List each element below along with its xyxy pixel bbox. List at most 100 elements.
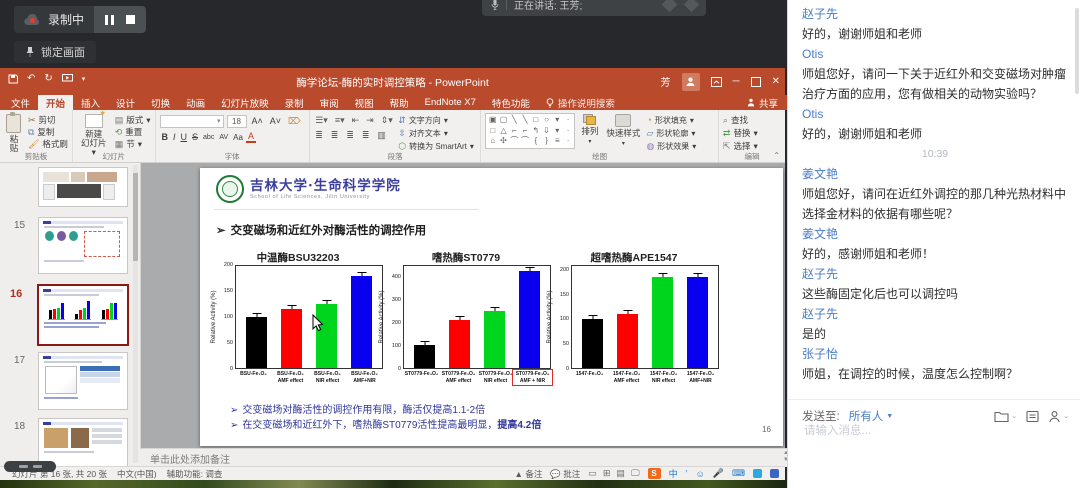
thumbnail-slide-16-current[interactable] — [37, 284, 129, 346]
avatar[interactable] — [682, 73, 700, 91]
keyboard-icon[interactable]: ⌨ — [732, 468, 745, 479]
quick-styles-icon — [615, 114, 631, 127]
restore-button[interactable] — [751, 77, 761, 87]
clear-format-button[interactable]: ⌦ — [286, 116, 303, 127]
chart-bar — [449, 266, 470, 368]
text-shadow-button[interactable]: abc — [201, 132, 216, 143]
align-right-button[interactable]: ≣ — [345, 130, 356, 141]
thumbnail-slide-17[interactable] — [38, 352, 128, 410]
send-to-dropdown[interactable]: 所有人▼ — [849, 408, 893, 424]
language-indicator[interactable]: 中文(中国) — [117, 468, 157, 480]
annotation-toolbar-pill[interactable] — [4, 461, 56, 472]
shape-fill-button[interactable]: ◔形状填充 ▾ — [646, 115, 696, 126]
lock-screen-button[interactable]: 锁定画面 — [14, 41, 96, 63]
strikethrough-button[interactable]: S — [190, 132, 200, 143]
thumbnail-slide-18[interactable] — [38, 418, 128, 466]
tab-slideshow[interactable]: 幻灯片放映 — [213, 95, 277, 110]
outdent-button[interactable]: ⇤ — [350, 115, 361, 126]
slideshow-view-icon[interactable]: 🖵 — [631, 468, 640, 479]
line-spacing-button[interactable]: ⇕▾ — [379, 115, 394, 126]
chat-scrollbar[interactable] — [1075, 8, 1079, 94]
quick-styles-button[interactable]: 快速样式▾ — [604, 113, 642, 150]
announcement-button[interactable] — [1026, 410, 1039, 423]
comments-toggle[interactable]: 💬 批注 — [550, 468, 580, 480]
notes-pane[interactable]: 单击此处添加备注 ▲▼ — [140, 448, 795, 467]
chat-input[interactable] — [802, 424, 1066, 438]
thumbnail-number: 15 — [14, 220, 25, 231]
punctuation-icon[interactable]: ʼ — [686, 469, 688, 479]
layout-button[interactable]: ▤版式 ▾ — [115, 115, 151, 126]
skin-icon[interactable] — [770, 469, 779, 478]
reset-button[interactable]: ⟲重置 — [115, 127, 151, 138]
format-painter-button[interactable]: 🖌格式刷 — [28, 139, 68, 150]
chat-message: 师姐您好，请问一下关于近红外和交变磁场对肿瘤治疗方面的应用，您有做相关的动物实验… — [802, 64, 1068, 104]
font-size-select[interactable]: 18 — [227, 115, 247, 128]
align-center-button[interactable]: ≣ — [329, 130, 340, 141]
tab-insert[interactable]: 插入 — [73, 95, 108, 110]
italic-button[interactable]: I — [171, 132, 178, 143]
notes-toggle[interactable]: ▲ 备注 — [515, 468, 543, 480]
pause-button[interactable] — [105, 15, 114, 25]
change-case-button[interactable]: Aa — [231, 132, 245, 143]
stop-button[interactable] — [126, 15, 135, 24]
emoji-icon[interactable]: ☺ — [696, 469, 705, 479]
close-button[interactable]: ✕ — [772, 76, 780, 87]
paste-icon — [6, 114, 21, 133]
member-button[interactable]: ⌄ — [1048, 410, 1069, 423]
tab-review[interactable]: 审阅 — [312, 95, 347, 110]
tab-view[interactable]: 视图 — [347, 95, 382, 110]
ribbon-display-options-icon[interactable] — [711, 77, 722, 87]
copy-button[interactable]: ⧉复制 — [28, 127, 68, 138]
paste-button[interactable]: 粘贴 — [4, 113, 24, 154]
cut-button[interactable]: ✂剪切 — [28, 115, 68, 126]
find-button[interactable]: ⌕查找 — [723, 115, 758, 126]
arrange-button[interactable]: 排列▾ — [579, 113, 600, 148]
chinese-mode-icon[interactable]: 中 — [669, 467, 678, 480]
section-button[interactable]: ▦节 ▾ — [115, 139, 151, 150]
slide[interactable]: 吉林大学·生命科学学院 School of Life Sciences, Jil… — [200, 168, 783, 446]
char-spacing-button[interactable]: AV — [217, 132, 230, 143]
collapse-ribbon-icon[interactable]: ⌃ — [773, 151, 780, 160]
thumbnail-slide-14[interactable] — [38, 167, 128, 207]
thumbnail-scrollbar[interactable] — [133, 165, 138, 463]
file-send-button[interactable]: ⌄ — [994, 410, 1017, 423]
share-button[interactable]: 共享 — [737, 95, 788, 110]
normal-view-icon[interactable]: ▭ — [588, 468, 597, 479]
columns-button[interactable]: ▥ — [376, 130, 388, 141]
tab-record[interactable]: 录制 — [277, 95, 312, 110]
justify-button[interactable]: ≣ — [360, 130, 371, 141]
text-direction-button[interactable]: ⇵文字方向 ▾ — [398, 115, 474, 126]
tab-file[interactable]: 文件 — [3, 95, 38, 110]
slide-sorter-icon[interactable]: ⊞ — [603, 468, 611, 479]
tab-design[interactable]: 设计 — [108, 95, 143, 110]
thumbnail-slide-15[interactable] — [38, 217, 128, 274]
numbering-button[interactable]: ≡▾ — [333, 115, 346, 126]
grow-font-button[interactable]: A˄ — [250, 116, 265, 127]
toolbox-icon[interactable] — [753, 469, 762, 478]
font-color-button[interactable]: A — [246, 132, 256, 143]
tab-animations[interactable]: 动画 — [178, 95, 213, 110]
replace-button[interactable]: ⇄替换 ▾ — [723, 128, 758, 139]
tab-endnote[interactable]: EndNote X7 — [417, 95, 484, 110]
desktop-wallpaper-strip — [0, 480, 787, 488]
shrink-font-button[interactable]: A˅ — [268, 116, 283, 127]
bullets-button[interactable]: ☰▾ — [314, 115, 330, 126]
tab-transitions[interactable]: 切换 — [143, 95, 178, 110]
mic-input-icon[interactable]: 🎤 — [713, 468, 724, 479]
tab-home[interactable]: 开始 — [38, 95, 73, 110]
shape-outline-button[interactable]: ▱形状轮廓 ▾ — [646, 128, 696, 139]
indent-button[interactable]: ⇥ — [365, 115, 376, 126]
align-text-button[interactable]: ⇳对齐文本 ▾ — [398, 128, 474, 139]
bold-button[interactable]: B — [160, 132, 171, 143]
shapes-gallery[interactable]: ▣▢╲╲□○▾· □△⌐⌐↰⇩▾· ⌂✣⌒⌒{}≡· — [485, 113, 575, 149]
tab-special[interactable]: 特色功能 — [484, 95, 538, 110]
minimize-button[interactable]: ─ — [733, 76, 740, 87]
tell-me-search[interactable]: 操作说明搜索 — [538, 95, 623, 110]
align-left-button[interactable]: ≣ — [314, 130, 325, 141]
accessibility-status[interactable]: 辅助功能: 调查 — [167, 468, 223, 480]
sogou-ime-icon[interactable]: S — [648, 468, 661, 479]
reading-view-icon[interactable]: ▤ — [616, 468, 625, 479]
underline-button[interactable]: U — [179, 132, 190, 143]
tab-help[interactable]: 帮助 — [382, 95, 417, 110]
font-name-select[interactable]: ▾ — [160, 115, 224, 128]
